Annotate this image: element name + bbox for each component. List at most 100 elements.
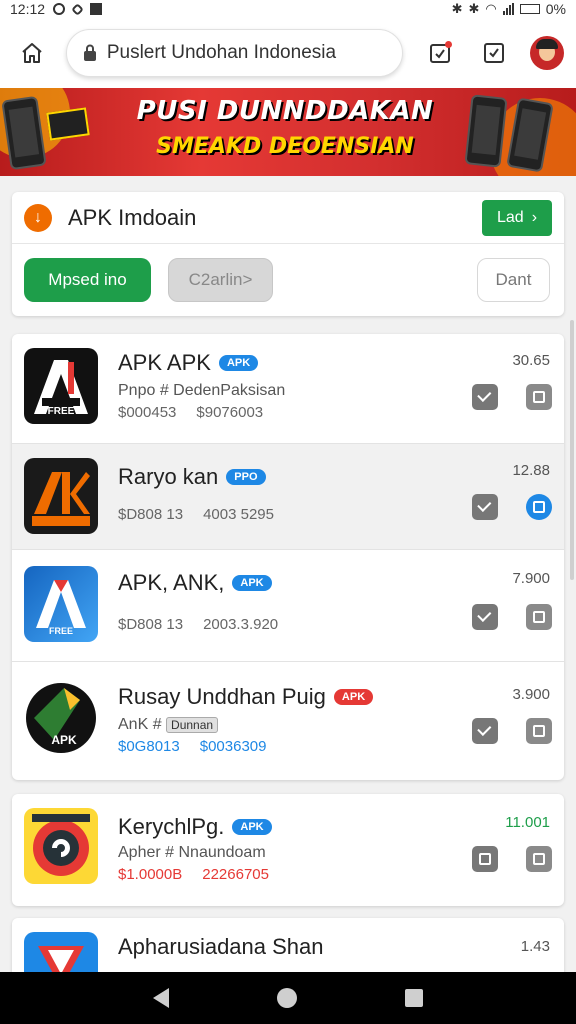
- install-button[interactable]: [472, 718, 498, 744]
- home-button[interactable]: [12, 33, 52, 73]
- app-size: 3.900: [512, 686, 550, 703]
- avatar[interactable]: [530, 36, 564, 70]
- filter-pill-2[interactable]: C2arlin>: [168, 258, 273, 302]
- lock-icon: [83, 44, 96, 61]
- open-button[interactable]: [526, 846, 552, 872]
- bluetooth-icon: ✱: [451, 1, 463, 16]
- app-size: 30.65: [512, 352, 550, 369]
- app-list: FREE APK APK APK Pnpo # DedenPaksisan $0…: [12, 334, 564, 780]
- apk-badge: APK: [218, 355, 259, 371]
- sub-badge: Dunnan: [166, 717, 219, 733]
- signal-icon: [502, 3, 514, 15]
- system-nav-bar: [0, 972, 576, 1024]
- open-button[interactable]: [526, 718, 552, 744]
- app-name: APK, ANK, APK: [118, 570, 272, 596]
- install-button[interactable]: [472, 846, 498, 872]
- check-icon: [477, 607, 492, 622]
- notification-icon: [53, 3, 66, 15]
- list-item[interactable]: Raryo kan PPO $D808 13 4003 5295 12.88: [12, 444, 564, 550]
- status-time: 12:12: [10, 1, 46, 17]
- app-meta: $000453 $9076003: [118, 404, 264, 421]
- app-name: Raryo kan PPO: [118, 464, 266, 490]
- filter-pill-3[interactable]: Dant: [477, 258, 550, 302]
- app-meta: $1.0000B 22266705: [118, 866, 269, 883]
- recents-icon[interactable]: [405, 989, 423, 1007]
- apk-blue-icon: FREE: [24, 566, 98, 642]
- phone-graphic-right: [464, 94, 508, 168]
- app-name: Apharusiadana Shan: [118, 934, 324, 959]
- apk-badge: APK: [333, 689, 374, 705]
- scrollbar[interactable]: [570, 320, 574, 580]
- category-header: ↓ APK Imdoain Lad ›: [12, 192, 564, 244]
- list-item[interactable]: FREE APK, ANK, APK $D808 13 2003.3.920 7.…: [12, 550, 564, 662]
- wifi-icon: ◠: [485, 1, 497, 16]
- category-title: APK Imdoain: [68, 204, 197, 230]
- apk-sticker-icon: [46, 107, 90, 141]
- home-icon: [22, 43, 42, 63]
- app-size: 1.43: [520, 938, 550, 955]
- open-icon: [533, 725, 545, 737]
- list-item[interactable]: FREE APK APK APK Pnpo # DedenPaksisan $0…: [12, 334, 564, 444]
- open-icon: [533, 853, 545, 865]
- app-name: APK APK APK: [118, 350, 259, 376]
- list-item[interactable]: APK Rusay Unddhan Puig APK AnK # Dunnan …: [12, 662, 564, 780]
- apk-green-icon: APK: [24, 680, 98, 756]
- checkbox-icon: [484, 43, 505, 63]
- download-icon: ↓: [24, 203, 52, 232]
- banner-title: PUSI DUNNDDAKAN: [136, 96, 434, 126]
- open-icon: [533, 611, 545, 623]
- home-circle-icon[interactable]: [277, 988, 297, 1008]
- app-size: 12.88: [512, 462, 550, 479]
- tabs-button[interactable]: [421, 33, 461, 73]
- battery-level: 0%: [545, 1, 566, 17]
- apk-badge: PPO: [226, 469, 266, 485]
- apk-badge: APK: [232, 819, 272, 835]
- svg-text:APK: APK: [51, 733, 77, 747]
- svg-text:FREE: FREE: [49, 626, 73, 636]
- vibrate-icon: ✱: [468, 1, 480, 16]
- check-icon: [477, 497, 492, 512]
- app-meta: $D808 13 4003 5295: [118, 506, 274, 523]
- open-button[interactable]: [526, 384, 552, 410]
- chevron-right-icon: ›: [531, 208, 538, 226]
- url-text: Puslert Undohan Indonesia: [106, 42, 337, 63]
- apk-ring-icon: [24, 808, 98, 884]
- browser-toolbar: Puslert Undohan Indonesia: [0, 18, 576, 88]
- back-icon[interactable]: [153, 988, 169, 1008]
- check-icon: [477, 721, 492, 736]
- app-subtitle: Apher # Nnaundoam: [118, 844, 266, 861]
- list-item[interactable]: KerychlPg. APK Apher # Nnaundoam $1.0000…: [12, 794, 564, 906]
- banner-subtitle: SMEAKD DEOENSIAN: [156, 134, 414, 159]
- location-icon: [71, 2, 84, 16]
- app-meta: $0G8013 $0036309: [118, 738, 267, 755]
- open-icon: [533, 501, 545, 513]
- image-icon: [90, 3, 103, 15]
- address-bar[interactable]: Puslert Undohan Indonesia: [65, 29, 403, 77]
- app-size: 7.900: [512, 570, 550, 587]
- load-button[interactable]: Lad ›: [482, 199, 552, 236]
- apk-orange-icon: [24, 458, 98, 534]
- app-subtitle: Pnpo # DedenPaksisan: [118, 382, 286, 399]
- load-label: Lad: [496, 208, 524, 226]
- install-button[interactable]: [472, 604, 498, 630]
- open-button[interactable]: [526, 494, 552, 520]
- app-name: Rusay Unddhan Puig APK: [118, 684, 374, 710]
- apk-a-icon: FREE: [24, 348, 98, 424]
- install-button[interactable]: [472, 384, 498, 410]
- app-name: KerychlPg. APK: [118, 814, 272, 840]
- list-item[interactable]: Apharusiadana Shan 1.43: [12, 918, 564, 978]
- book-icon: [479, 853, 491, 865]
- filter-pill-1[interactable]: Mpsed ino: [24, 258, 151, 302]
- open-icon: [533, 391, 545, 403]
- svg-text:FREE: FREE: [48, 406, 75, 417]
- status-bar: 12:12 ✱ ✱ ◠ 0%: [0, 0, 576, 18]
- install-button[interactable]: [472, 494, 498, 520]
- apk-badge: APK: [232, 575, 272, 591]
- open-button[interactable]: [526, 604, 552, 630]
- battery-icon: [519, 4, 540, 14]
- checklist-button[interactable]: [474, 33, 514, 73]
- category-card: ↓ APK Imdoain Lad › Mpsed ino C2arlin> D…: [12, 192, 564, 316]
- promo-banner[interactable]: PUSI DUNNDDAKAN SMEAKD DEOENSIAN: [0, 88, 576, 176]
- app-subtitle: AnK # Dunnan: [118, 716, 219, 734]
- app-size: 11.001: [505, 814, 550, 831]
